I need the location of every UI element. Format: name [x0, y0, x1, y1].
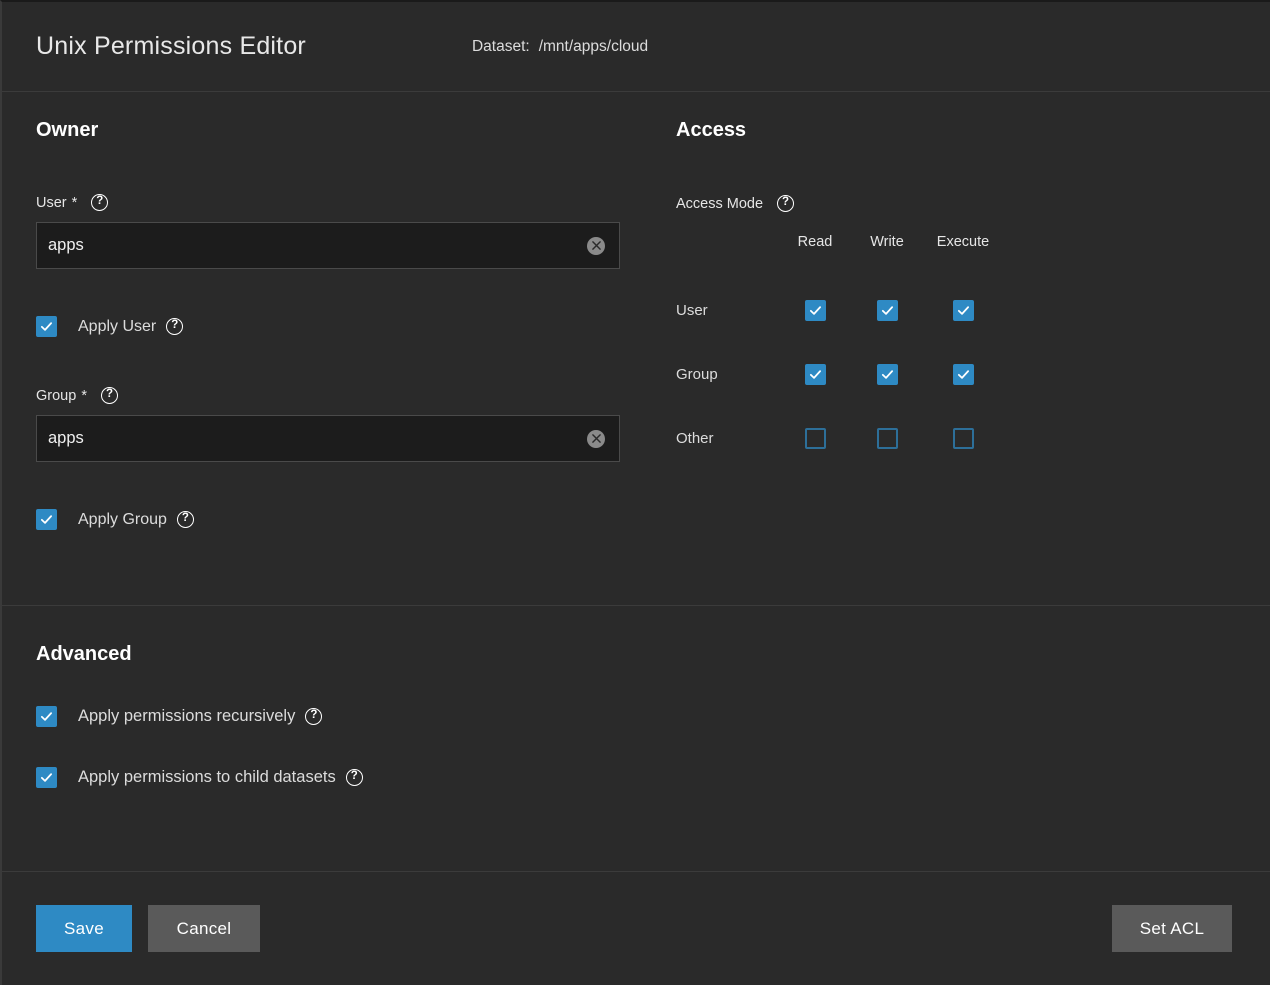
group-required-marker: *	[81, 388, 87, 404]
page-title: Unix Permissions Editor	[36, 32, 306, 61]
help-icon[interactable]: ?	[91, 194, 108, 211]
footer-actions: Save Cancel Set ACL	[2, 872, 1270, 985]
row-label-other: Other	[676, 430, 779, 447]
save-button[interactable]: Save	[36, 905, 132, 952]
help-icon[interactable]: ?	[101, 387, 118, 404]
cell-group-write	[851, 342, 923, 406]
cell-user-execute	[923, 278, 1003, 342]
apply-user-row[interactable]: Apply User ?	[36, 316, 640, 337]
column-header-read: Read	[779, 234, 851, 278]
user-input[interactable]	[37, 223, 619, 268]
checkbox-user-execute[interactable]	[953, 300, 974, 321]
unix-permissions-editor-page: Unix Permissions Editor Dataset: /mnt/ap…	[0, 0, 1270, 985]
access-column: Access Access Mode ? Read Write Execute …	[640, 112, 1270, 605]
advanced-section-title: Advanced	[36, 643, 1270, 666]
column-header-execute: Execute	[923, 234, 1003, 278]
set-acl-button[interactable]: Set ACL	[1112, 905, 1232, 952]
cell-group-read	[779, 342, 851, 406]
apply-recursively-label: Apply permissions recursively	[78, 707, 295, 726]
checkbox-other-read[interactable]	[805, 428, 826, 449]
checkbox-other-write[interactable]	[877, 428, 898, 449]
group-input-wrapper[interactable]	[36, 415, 620, 462]
apply-group-label: Apply Group	[78, 511, 167, 529]
group-field-label: Group * ?	[36, 387, 640, 404]
user-required-marker: *	[72, 195, 78, 211]
cell-other-execute	[923, 406, 1003, 470]
apply-child-datasets-checkbox[interactable]	[36, 767, 57, 788]
owner-access-section: Owner User * ?	[2, 92, 1270, 606]
checkbox-group-write[interactable]	[877, 364, 898, 385]
apply-recursively-row[interactable]: Apply permissions recursively ?	[36, 706, 1270, 727]
access-section-title: Access	[676, 119, 1270, 142]
apply-user-label: Apply User	[78, 318, 156, 336]
page-header: Unix Permissions Editor Dataset: /mnt/ap…	[2, 2, 1270, 92]
cell-group-execute	[923, 342, 1003, 406]
dataset-path: /mnt/apps/cloud	[539, 38, 648, 56]
checkbox-user-write[interactable]	[877, 300, 898, 321]
apply-group-checkbox[interactable]	[36, 509, 57, 530]
cell-other-write	[851, 406, 923, 470]
apply-recursively-checkbox[interactable]	[36, 706, 57, 727]
row-label-group: Group	[676, 366, 779, 383]
checkbox-user-read[interactable]	[805, 300, 826, 321]
help-icon[interactable]: ?	[305, 708, 322, 725]
access-mode-grid: Read Write Execute User	[676, 234, 1270, 470]
help-icon[interactable]: ?	[166, 318, 183, 335]
dataset-label: Dataset:	[472, 38, 530, 56]
user-label-text: User	[36, 195, 67, 211]
owner-section-title: Owner	[36, 119, 640, 142]
group-label-text: Group	[36, 388, 76, 404]
apply-child-datasets-row[interactable]: Apply permissions to child datasets ?	[36, 767, 1270, 788]
cancel-button[interactable]: Cancel	[148, 905, 260, 952]
grid-corner-spacer	[676, 242, 779, 270]
access-mode-label: Access Mode ?	[676, 195, 1270, 212]
cell-user-read	[779, 278, 851, 342]
cell-user-write	[851, 278, 923, 342]
help-icon[interactable]: ?	[777, 195, 794, 212]
checkbox-other-execute[interactable]	[953, 428, 974, 449]
row-label-user: User	[676, 302, 779, 319]
dataset-info: Dataset: /mnt/apps/cloud	[472, 38, 648, 56]
apply-group-row[interactable]: Apply Group ?	[36, 509, 640, 530]
column-header-write: Write	[851, 234, 923, 278]
user-field-label: User * ?	[36, 194, 640, 211]
help-icon[interactable]: ?	[346, 769, 363, 786]
checkbox-group-read[interactable]	[805, 364, 826, 385]
help-icon[interactable]: ?	[177, 511, 194, 528]
cell-other-read	[779, 406, 851, 470]
apply-user-checkbox[interactable]	[36, 316, 57, 337]
checkbox-group-execute[interactable]	[953, 364, 974, 385]
group-input[interactable]	[37, 416, 619, 461]
clear-circle-icon[interactable]	[587, 430, 605, 448]
owner-column: Owner User * ?	[2, 112, 640, 605]
advanced-section: Advanced Apply permissions recursively ?…	[2, 606, 1270, 872]
apply-child-datasets-label: Apply permissions to child datasets	[78, 768, 336, 787]
clear-circle-icon[interactable]	[587, 237, 605, 255]
group-field-block: Group * ?	[36, 387, 640, 462]
user-input-wrapper[interactable]	[36, 222, 620, 269]
access-mode-label-text: Access Mode	[676, 196, 763, 212]
